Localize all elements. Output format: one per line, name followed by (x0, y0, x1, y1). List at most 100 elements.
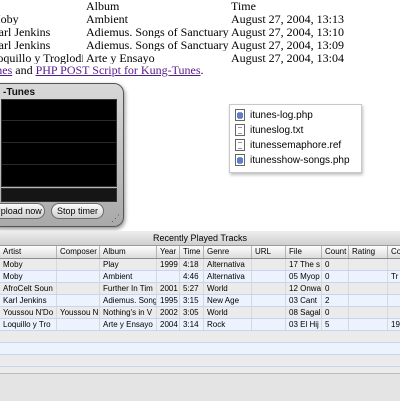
file-item[interactable]: itunes-log.php (235, 108, 313, 122)
widget-title: -Tunes (3, 87, 36, 98)
row-time: August 27, 2004, 13:10 (231, 25, 345, 39)
cell-artist: Karl Jenkins (0, 295, 57, 306)
column-header-album[interactable]: Album (100, 246, 157, 258)
cell-time: 4:18 (180, 259, 204, 270)
itunes-link[interactable]: iTunes (0, 63, 12, 77)
cell-genre: Alternativa (204, 271, 252, 282)
column-header-rating[interactable]: Rating (349, 246, 388, 258)
window-title: Recently Played Tracks (0, 231, 400, 246)
php-post-script-link[interactable]: PHP POST Script for Kung-Tunes (36, 63, 201, 77)
cell-file: 08 Sagal (286, 307, 322, 318)
tracks-table-header: Artist Composer Album Year Time Genre URL File C… (0, 246, 400, 259)
cell-artist: AfroCelt Soun (0, 283, 57, 294)
table-row[interactable]: Loquillo y Tro Arte y Ensayo 2004 3:14 Rock 0… (0, 319, 400, 331)
cell-count: 0 (322, 283, 349, 294)
cell-artist: Moby (0, 271, 57, 282)
table-row[interactable]: Youssou N'Do Youssou N Nothing's in V 2002 3… (0, 307, 400, 319)
document-icon (235, 139, 245, 151)
cell-album: Nothing's in V (100, 307, 157, 318)
file-name: itunes-log.php (250, 109, 313, 121)
column-header-count[interactable]: Count (322, 246, 349, 258)
cell-rating (349, 283, 388, 294)
column-header-file[interactable]: File (286, 246, 322, 258)
kung-tunes-widget: -Tunes Upload now Stop timer ⋰ (0, 83, 124, 227)
cell-rating (349, 319, 388, 330)
file-item[interactable]: itunessemaphore.ref (235, 138, 341, 152)
cell-year: 2002 (157, 307, 180, 318)
cell-count: 0 (322, 271, 349, 282)
cell-rating (349, 259, 388, 270)
column-header-composer[interactable]: Composer (57, 246, 100, 258)
tracks-table-body: Moby Play 1999 4:18 Alternativa 17 The s 0 Moby… (0, 259, 400, 371)
column-header-year[interactable]: Year (157, 246, 180, 258)
column-header-artist[interactable]: Artist (0, 246, 57, 258)
cell-file: 17 The s (286, 259, 322, 270)
table-row[interactable] (0, 355, 400, 367)
cell-time: 3:14 (180, 319, 204, 330)
cell-count: 2 (322, 295, 349, 306)
cell-file: 12 Onwa (286, 283, 322, 294)
cell-comments: Tr (388, 271, 400, 282)
row-time: August 27, 2004, 13:13 (231, 12, 345, 26)
header-album: Album (86, 0, 120, 12)
cell-genre: New Age (204, 295, 252, 306)
cell-year (157, 271, 180, 282)
table-row[interactable]: AfroCelt Soun Further In Tim 2001 5:27 World… (0, 283, 400, 295)
cell-composer (57, 259, 100, 270)
cell-count: 5 (322, 319, 349, 330)
header-artist: y (0, 0, 83, 12)
cell-url (252, 307, 286, 318)
cell-url (252, 271, 286, 282)
cell-year: 1995 (157, 295, 180, 306)
column-header-time[interactable]: Time (180, 246, 204, 258)
cell-composer (57, 319, 100, 330)
row-artist: Moby (0, 13, 19, 25)
stop-timer-button[interactable]: Stop timer (51, 203, 104, 219)
cell-genre: World (204, 283, 252, 294)
web-page-table: y Album Time Moby Ambient August 27, 200… (0, 0, 400, 80)
cell-genre: Alternativa (204, 259, 252, 270)
cell-composer (57, 271, 100, 282)
cell-url (252, 319, 286, 330)
row-album: Adiemus. Songs of Sanctuary (86, 39, 229, 51)
cell-file: 03 El Hij (286, 319, 322, 330)
table-row[interactable]: Karl Jenkins Adiemus. Song 1995 3:15 New Age… (0, 295, 400, 307)
column-header-url[interactable]: URL (252, 246, 286, 258)
links-separator: and (12, 63, 36, 77)
cell-artist: Moby (0, 259, 57, 270)
widget-display (1, 99, 117, 187)
column-header-comments[interactable]: Co (388, 246, 400, 258)
table-row[interactable]: Moby Play 1999 4:18 Alternativa 17 The s0 (0, 259, 400, 271)
table-row[interactable] (0, 331, 400, 343)
text-file-icon (235, 124, 245, 136)
cell-year: 2004 (157, 319, 180, 330)
php-file-icon (235, 154, 245, 166)
row-artist: Karl Jenkins (0, 26, 51, 38)
cell-artist: Youssou N'Do (0, 307, 57, 318)
upload-now-button[interactable]: Upload now (0, 203, 45, 219)
cell-year: 2001 (157, 283, 180, 294)
table-row[interactable] (0, 343, 400, 355)
cell-time: 3:05 (180, 307, 204, 318)
cell-comments (388, 295, 400, 306)
cell-rating (349, 295, 388, 306)
row-artist: Karl Jenkins (0, 39, 51, 51)
cell-time: 5:27 (180, 283, 204, 294)
cell-composer: Youssou N (57, 307, 100, 318)
file-item[interactable]: ituneslog.txt (235, 123, 303, 137)
window-footer (0, 373, 400, 401)
file-name: ituneslog.txt (250, 124, 304, 136)
file-item[interactable]: itunesshow-songs.php (235, 153, 350, 167)
cell-time: 3:15 (180, 295, 204, 306)
table-row[interactable]: Moby Ambient 4:46 Alternativa 05 Myop 0 Tr (0, 271, 400, 283)
file-name: itunessemaphore.ref (250, 139, 342, 151)
cell-composer (57, 295, 100, 306)
cell-rating (349, 307, 388, 318)
file-name: itunesshow-songs.php (250, 154, 350, 166)
cell-url (252, 259, 286, 270)
cell-rating (349, 271, 388, 282)
resize-grip-icon[interactable]: ⋰ (111, 213, 120, 224)
links-line: iTunes and PHP POST Script for Kung-Tune… (0, 64, 204, 77)
column-header-genre[interactable]: Genre (204, 246, 252, 258)
cell-album: Further In Tim (100, 283, 157, 294)
